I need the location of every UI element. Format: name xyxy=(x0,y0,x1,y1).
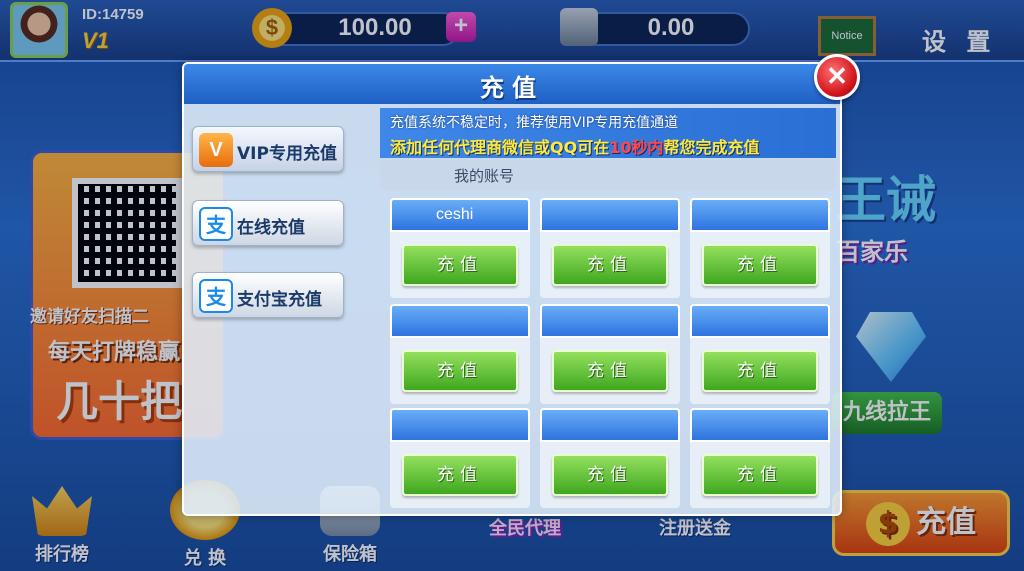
agent-card: 充值 xyxy=(390,304,530,404)
agent-name xyxy=(540,304,680,338)
agent-name xyxy=(540,408,680,442)
agent-name xyxy=(690,408,830,442)
vip-icon: V xyxy=(199,133,233,167)
agent-card: 充值 xyxy=(540,304,680,404)
agent-name: ceshi xyxy=(390,198,530,232)
tab-online-recharge[interactable]: 支 在线充值 xyxy=(192,200,344,246)
notice-line-2-end: 帮您完成充值 xyxy=(663,138,760,157)
agent-card: ceshi 充值 xyxy=(390,198,530,298)
agent-name xyxy=(390,304,530,338)
agent-name xyxy=(390,408,530,442)
agent-name xyxy=(540,198,680,232)
agent-recharge-button[interactable]: 充值 xyxy=(552,454,668,496)
dialog-title: 充值 xyxy=(480,74,544,102)
agent-name xyxy=(690,304,830,338)
agent-recharge-button[interactable]: 充值 xyxy=(402,244,518,286)
notice-line-2: 添加任何代理商微信或QQ可在10秒内帮您完成充值 xyxy=(390,134,760,158)
notice-line-2-highlight: 10秒内 xyxy=(609,138,664,157)
account-label: 我的账号 xyxy=(454,167,515,185)
agent-card: 充值 xyxy=(690,304,830,404)
close-button[interactable]: ✕ xyxy=(814,54,860,100)
alipay-icon: 支 xyxy=(199,279,233,313)
vip-recharge-panel: 充值系统不稳定时，推荐使用VIP专用充值通道 添加任何代理商微信或QQ可在10秒… xyxy=(380,108,836,512)
recharge-dialog: 充值 ✕ V VIP专用充值 支 在线充值 支 支付宝充值 充值系统不稳定时，推… xyxy=(182,54,860,516)
agent-card: 充值 xyxy=(690,198,830,298)
notice-line-1: 充值系统不稳定时，推荐使用VIP专用充值通道 xyxy=(390,115,679,131)
account-bar: 我的账号 xyxy=(380,160,836,190)
tab-vip-recharge-label: VIP专用充值 xyxy=(237,144,337,164)
tab-online-recharge-label: 在线充值 xyxy=(237,218,305,238)
agent-recharge-button[interactable]: 充值 xyxy=(402,454,518,496)
tab-alipay-recharge-label: 支付宝充值 xyxy=(237,290,322,310)
alipay-icon: 支 xyxy=(199,207,233,241)
agent-card: 充值 xyxy=(540,198,680,298)
agent-card: 充值 xyxy=(540,408,680,508)
agent-card: 充值 xyxy=(690,408,830,508)
agent-recharge-button[interactable]: 充值 xyxy=(552,244,668,286)
agent-recharge-button[interactable]: 充值 xyxy=(702,454,818,496)
tab-alipay-recharge[interactable]: 支 支付宝充值 xyxy=(192,272,344,318)
agent-recharge-button[interactable]: 充值 xyxy=(702,350,818,392)
agent-recharge-button[interactable]: 充值 xyxy=(552,350,668,392)
agent-card: 充值 xyxy=(390,408,530,508)
tab-vip-recharge[interactable]: V VIP专用充值 xyxy=(192,126,344,172)
agent-name xyxy=(690,198,830,232)
agent-recharge-button[interactable]: 充值 xyxy=(702,244,818,286)
notice-line-2-start: 添加任何代理商微信或QQ可在 xyxy=(390,138,610,157)
agent-recharge-button[interactable]: 充值 xyxy=(402,350,518,392)
